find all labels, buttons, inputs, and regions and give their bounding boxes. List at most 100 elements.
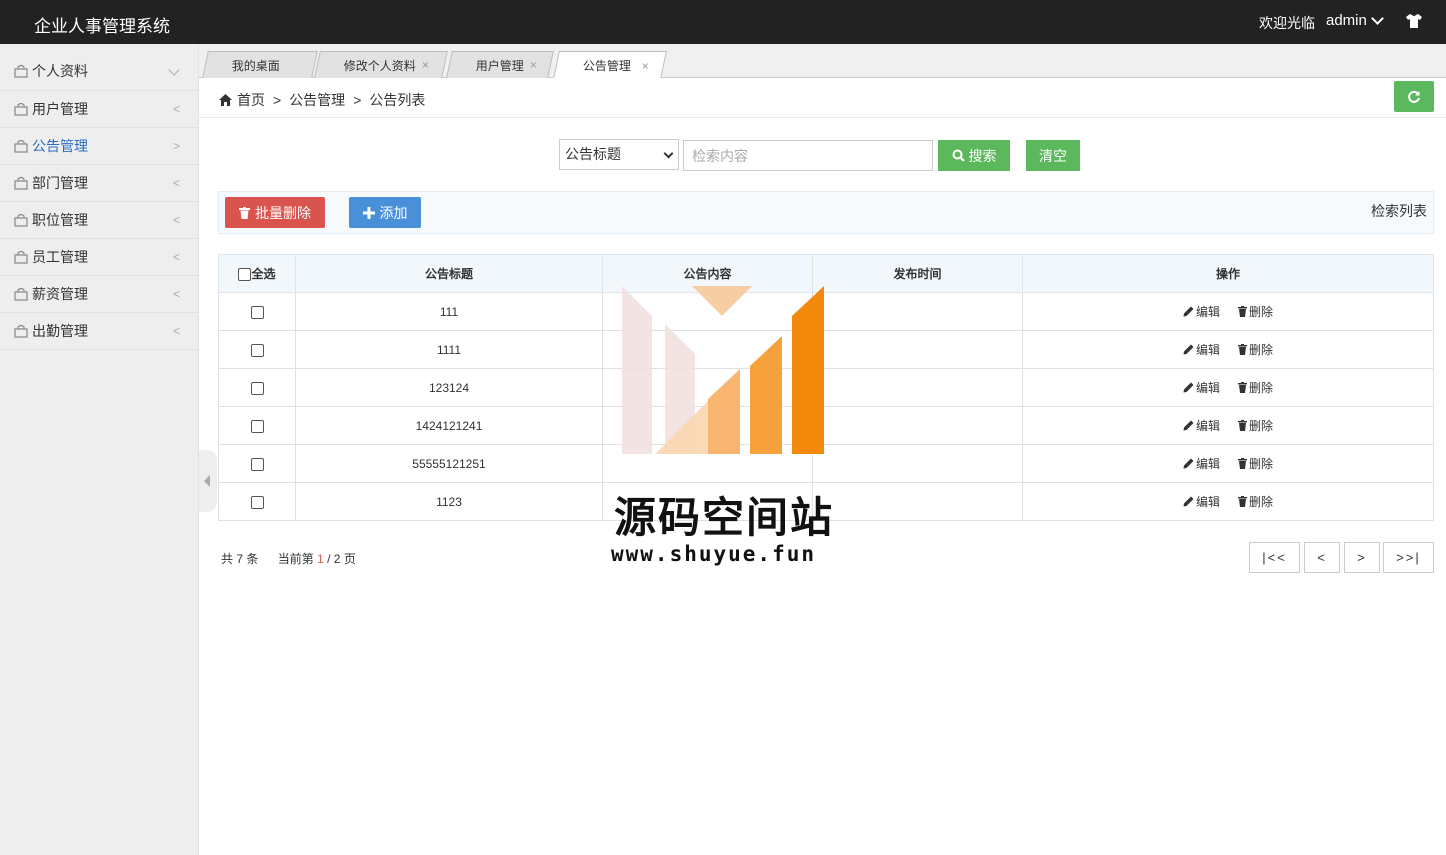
tab-label: 公告管理 [582, 59, 631, 73]
row-checkbox[interactable] [250, 305, 264, 319]
tab-label: 修改个人资料 [343, 58, 416, 73]
edit-button[interactable]: 编辑 [1183, 303, 1220, 320]
row-checkbox[interactable] [250, 343, 264, 357]
time-cell [812, 330, 1023, 369]
sidebar-item-attendance[interactable]: 出勤管理 < [0, 313, 198, 350]
title-cell: 111 [295, 292, 603, 331]
sidebar-item-label: 出勤管理 [32, 323, 88, 339]
trash-icon [1238, 306, 1247, 317]
chevron-right-icon: > [172, 139, 180, 153]
action-toolbar: 批量删除 添加 检索列表 [218, 191, 1434, 234]
search-button[interactable]: 搜索 [938, 140, 1010, 171]
time-cell [812, 292, 1023, 331]
last-page-button[interactable]: >>| [1383, 542, 1434, 573]
prev-page-button[interactable]: < [1304, 542, 1340, 573]
edit-button[interactable]: 编辑 [1183, 417, 1220, 434]
user-menu[interactable]: admin [1326, 12, 1384, 29]
row-checkbox[interactable] [250, 457, 264, 471]
sidebar-item-announcements[interactable]: 公告管理 > [0, 128, 198, 165]
breadcrumb-home[interactable]: 首页 [237, 90, 265, 110]
tab-announcement-management[interactable]: 公告管理 × [553, 51, 667, 79]
delete-button[interactable]: 删除 [1238, 303, 1273, 320]
add-label: 添加 [379, 204, 408, 221]
edit-label: 编辑 [1195, 457, 1220, 471]
title-cell: 1111 [295, 330, 603, 369]
sidebar-item-employees[interactable]: 员工管理 < [0, 239, 198, 276]
sidebar-collapse-handle[interactable] [199, 450, 217, 512]
search-field-select[interactable]: 公告标题 [559, 139, 679, 170]
welcome-text: 欢迎光临 [1259, 15, 1315, 31]
actions-cell: 编辑 删除 [1022, 368, 1434, 407]
tab-label: 用户管理 [475, 58, 524, 73]
delete-label: 删除 [1249, 305, 1274, 319]
next-page-button[interactable]: > [1344, 542, 1380, 573]
sidebar-item-positions[interactable]: 职位管理 < [0, 202, 198, 239]
edit-label: 编辑 [1195, 495, 1220, 509]
breadcrumb-level1[interactable]: 公告管理 [289, 90, 345, 110]
select-all-checkbox[interactable] [238, 268, 252, 282]
select-all-header[interactable]: 全选 [218, 254, 296, 293]
app-title: 企业人事管理系统 [34, 17, 170, 36]
refresh-button[interactable] [1394, 81, 1434, 112]
sidebar-item-salary[interactable]: 薪资管理 < [0, 276, 198, 313]
edit-button[interactable]: 编辑 [1183, 341, 1220, 358]
sidebar-item-label: 公告管理 [32, 138, 88, 154]
content-cell [602, 292, 813, 331]
close-icon[interactable]: × [642, 59, 649, 73]
current-prefix: 当前第 [277, 552, 314, 566]
bag-icon [14, 64, 28, 78]
table-header-row: 全选 公告标题 公告内容 发布时间 操作 [218, 254, 1434, 293]
delete-button[interactable]: 删除 [1238, 417, 1273, 434]
trash-icon [1238, 344, 1247, 355]
plus-icon [362, 206, 375, 219]
column-header-title: 公告标题 [295, 254, 603, 293]
row-checkbox[interactable] [250, 381, 264, 395]
watermark-url: www.shuyue.fun [611, 542, 817, 566]
first-page-button[interactable]: |<< [1249, 542, 1300, 573]
edit-button[interactable]: 编辑 [1183, 455, 1220, 472]
content-cell [602, 330, 813, 369]
column-header-time: 发布时间 [812, 254, 1023, 293]
row-checkbox[interactable] [250, 495, 264, 509]
sidebar-item-users[interactable]: 用户管理 < [0, 91, 198, 128]
pencil-icon [1183, 382, 1194, 393]
breadcrumb-bar: 首页 > 公告管理 > 公告列表 [199, 78, 1446, 118]
pencil-icon [1183, 496, 1194, 507]
delete-button[interactable]: 删除 [1238, 455, 1273, 472]
content-cell [602, 444, 813, 483]
tab-bar: 我的桌面 修改个人资料 × 用户管理 × 公告管理 × [199, 44, 1446, 79]
actions-cell: 编辑 删除 [1022, 330, 1434, 369]
column-header-content: 公告内容 [602, 254, 813, 293]
current-page: 1 [317, 552, 324, 566]
batch-delete-label: 批量删除 [255, 204, 311, 221]
batch-delete-button[interactable]: 批量删除 [225, 197, 325, 228]
sidebar-item-label: 个人资料 [32, 63, 88, 79]
delete-label: 删除 [1249, 343, 1274, 357]
tab-edit-profile[interactable]: 修改个人资料 × [314, 51, 448, 78]
add-button[interactable]: 添加 [349, 197, 421, 228]
tab-user-management[interactable]: 用户管理 × [446, 51, 554, 78]
sidebar-item-departments[interactable]: 部门管理 < [0, 165, 198, 202]
home-icon [219, 94, 232, 106]
row-checkbox[interactable] [250, 419, 264, 433]
bag-icon [14, 102, 28, 116]
tab-desktop[interactable]: 我的桌面 [202, 51, 318, 78]
refresh-icon [1408, 90, 1420, 103]
search-field-selected: 公告标题 [565, 146, 621, 162]
title-cell: 1424121241 [295, 406, 603, 445]
edit-button[interactable]: 编辑 [1183, 493, 1220, 510]
row-select-cell [218, 406, 296, 445]
search-input[interactable] [683, 140, 933, 171]
bag-icon [14, 213, 28, 227]
edit-button[interactable]: 编辑 [1183, 379, 1220, 396]
close-icon[interactable]: × [530, 58, 537, 72]
clear-button[interactable]: 清空 [1026, 140, 1080, 171]
sidebar-item-profile[interactable]: 个人资料 [0, 44, 198, 91]
delete-button[interactable]: 删除 [1238, 493, 1273, 510]
delete-button[interactable]: 删除 [1238, 341, 1273, 358]
tshirt-icon[interactable] [1405, 13, 1423, 29]
close-icon[interactable]: × [422, 58, 429, 72]
breadcrumb: 首页 > 公告管理 > 公告列表 [219, 90, 425, 110]
title-cell: 123124 [295, 368, 603, 407]
delete-button[interactable]: 删除 [1238, 379, 1273, 396]
